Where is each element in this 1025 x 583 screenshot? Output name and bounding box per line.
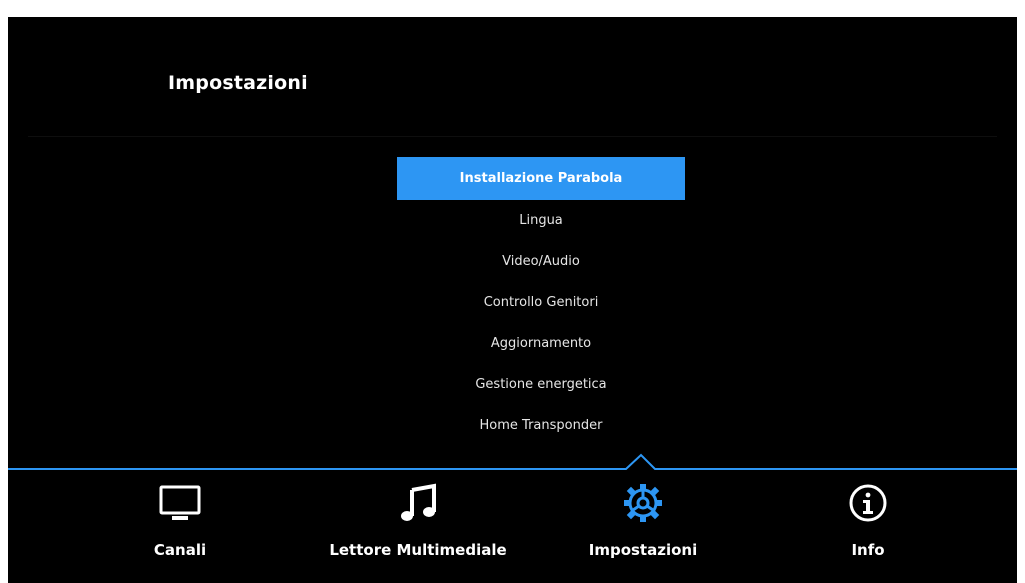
menu-item-installazione-parabola[interactable]: Installazione Parabola <box>397 157 685 200</box>
menu-item-lingua[interactable]: Lingua <box>397 200 685 241</box>
tab-label-canali: Canali <box>153 541 207 559</box>
gear-icon <box>624 484 662 522</box>
tab-label-lettore-multimediale: Lettore Multimediale <box>329 541 507 559</box>
tab-info[interactable]: Info <box>808 475 928 580</box>
tab-canali[interactable]: Canali <box>120 475 240 580</box>
settings-menu: Installazione Parabola Lingua Video/Audi… <box>397 157 685 446</box>
nav-divider-line <box>8 453 1017 470</box>
menu-item-home-transponder[interactable]: Home Transponder <box>397 405 685 446</box>
tv-screen: Impostazioni Installazione Parabola Ling… <box>8 17 1017 583</box>
menu-item-video-audio[interactable]: Video/Audio <box>397 241 685 282</box>
menu-item-gestione-energetica[interactable]: Gestione energetica <box>397 364 685 405</box>
tab-impostazioni[interactable]: Impostazioni <box>573 475 713 580</box>
music-note-icon <box>401 483 436 521</box>
tab-lettore-multimediale[interactable]: Lettore Multimediale <box>308 475 528 580</box>
info-icon <box>849 484 887 522</box>
tab-label-impostazioni: Impostazioni <box>588 541 698 559</box>
page-title: Impostazioni <box>168 72 308 94</box>
menu-item-controllo-genitori[interactable]: Controllo Genitori <box>397 282 685 323</box>
menu-item-aggiornamento[interactable]: Aggiornamento <box>397 323 685 364</box>
header-divider <box>28 136 997 137</box>
tv-icon <box>159 485 201 520</box>
tab-label-info: Info <box>851 541 885 559</box>
